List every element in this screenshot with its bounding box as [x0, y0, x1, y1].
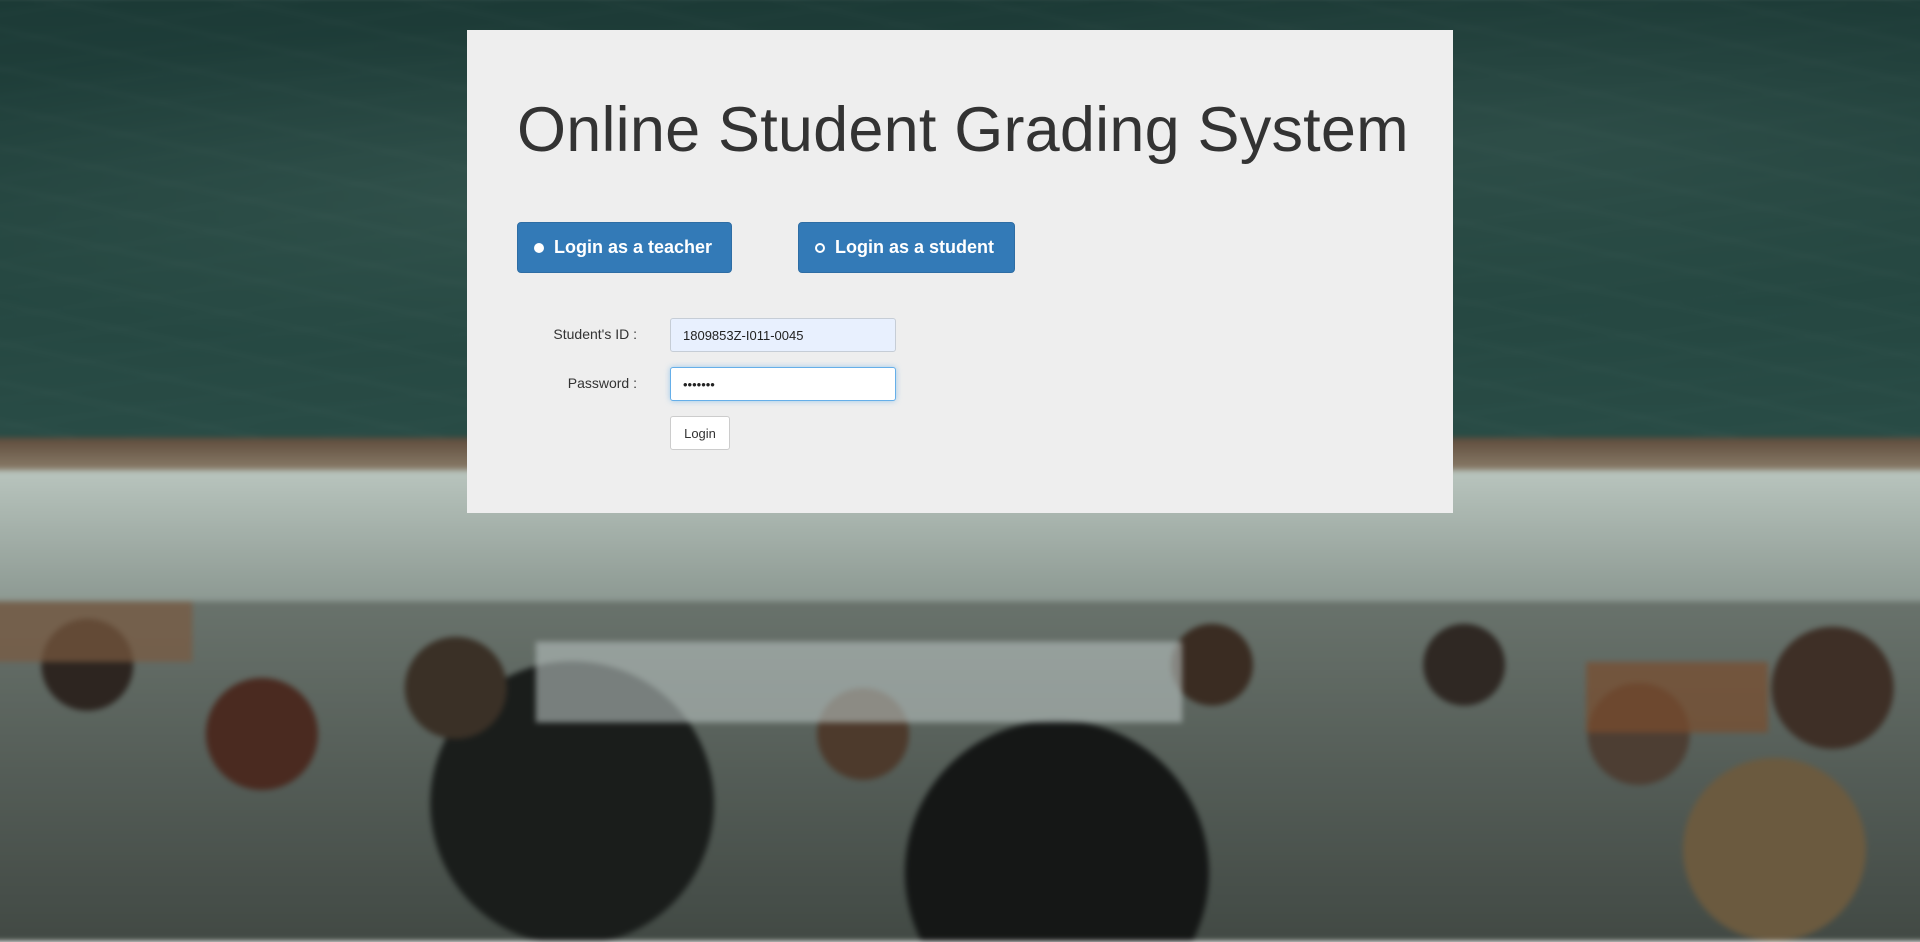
page-title: Online Student Grading System [517, 95, 1409, 165]
student-id-input[interactable] [670, 318, 896, 352]
login-as-student-button[interactable]: Login as a student [798, 222, 1015, 273]
radio-unselected-icon [815, 242, 825, 253]
radio-selected-icon [534, 242, 544, 253]
teacher-button-label: Login as a teacher [554, 237, 713, 257]
password-label: Password : [567, 375, 637, 391]
login-panel: Online Student Grading System Login as a… [467, 30, 1453, 513]
student-id-label: Student's ID : [553, 326, 637, 342]
student-button-label: Login as a student [835, 237, 995, 257]
login-as-teacher-button[interactable]: Login as a teacher [517, 222, 732, 273]
password-input[interactable] [670, 367, 896, 401]
login-button[interactable]: Login [670, 416, 730, 450]
